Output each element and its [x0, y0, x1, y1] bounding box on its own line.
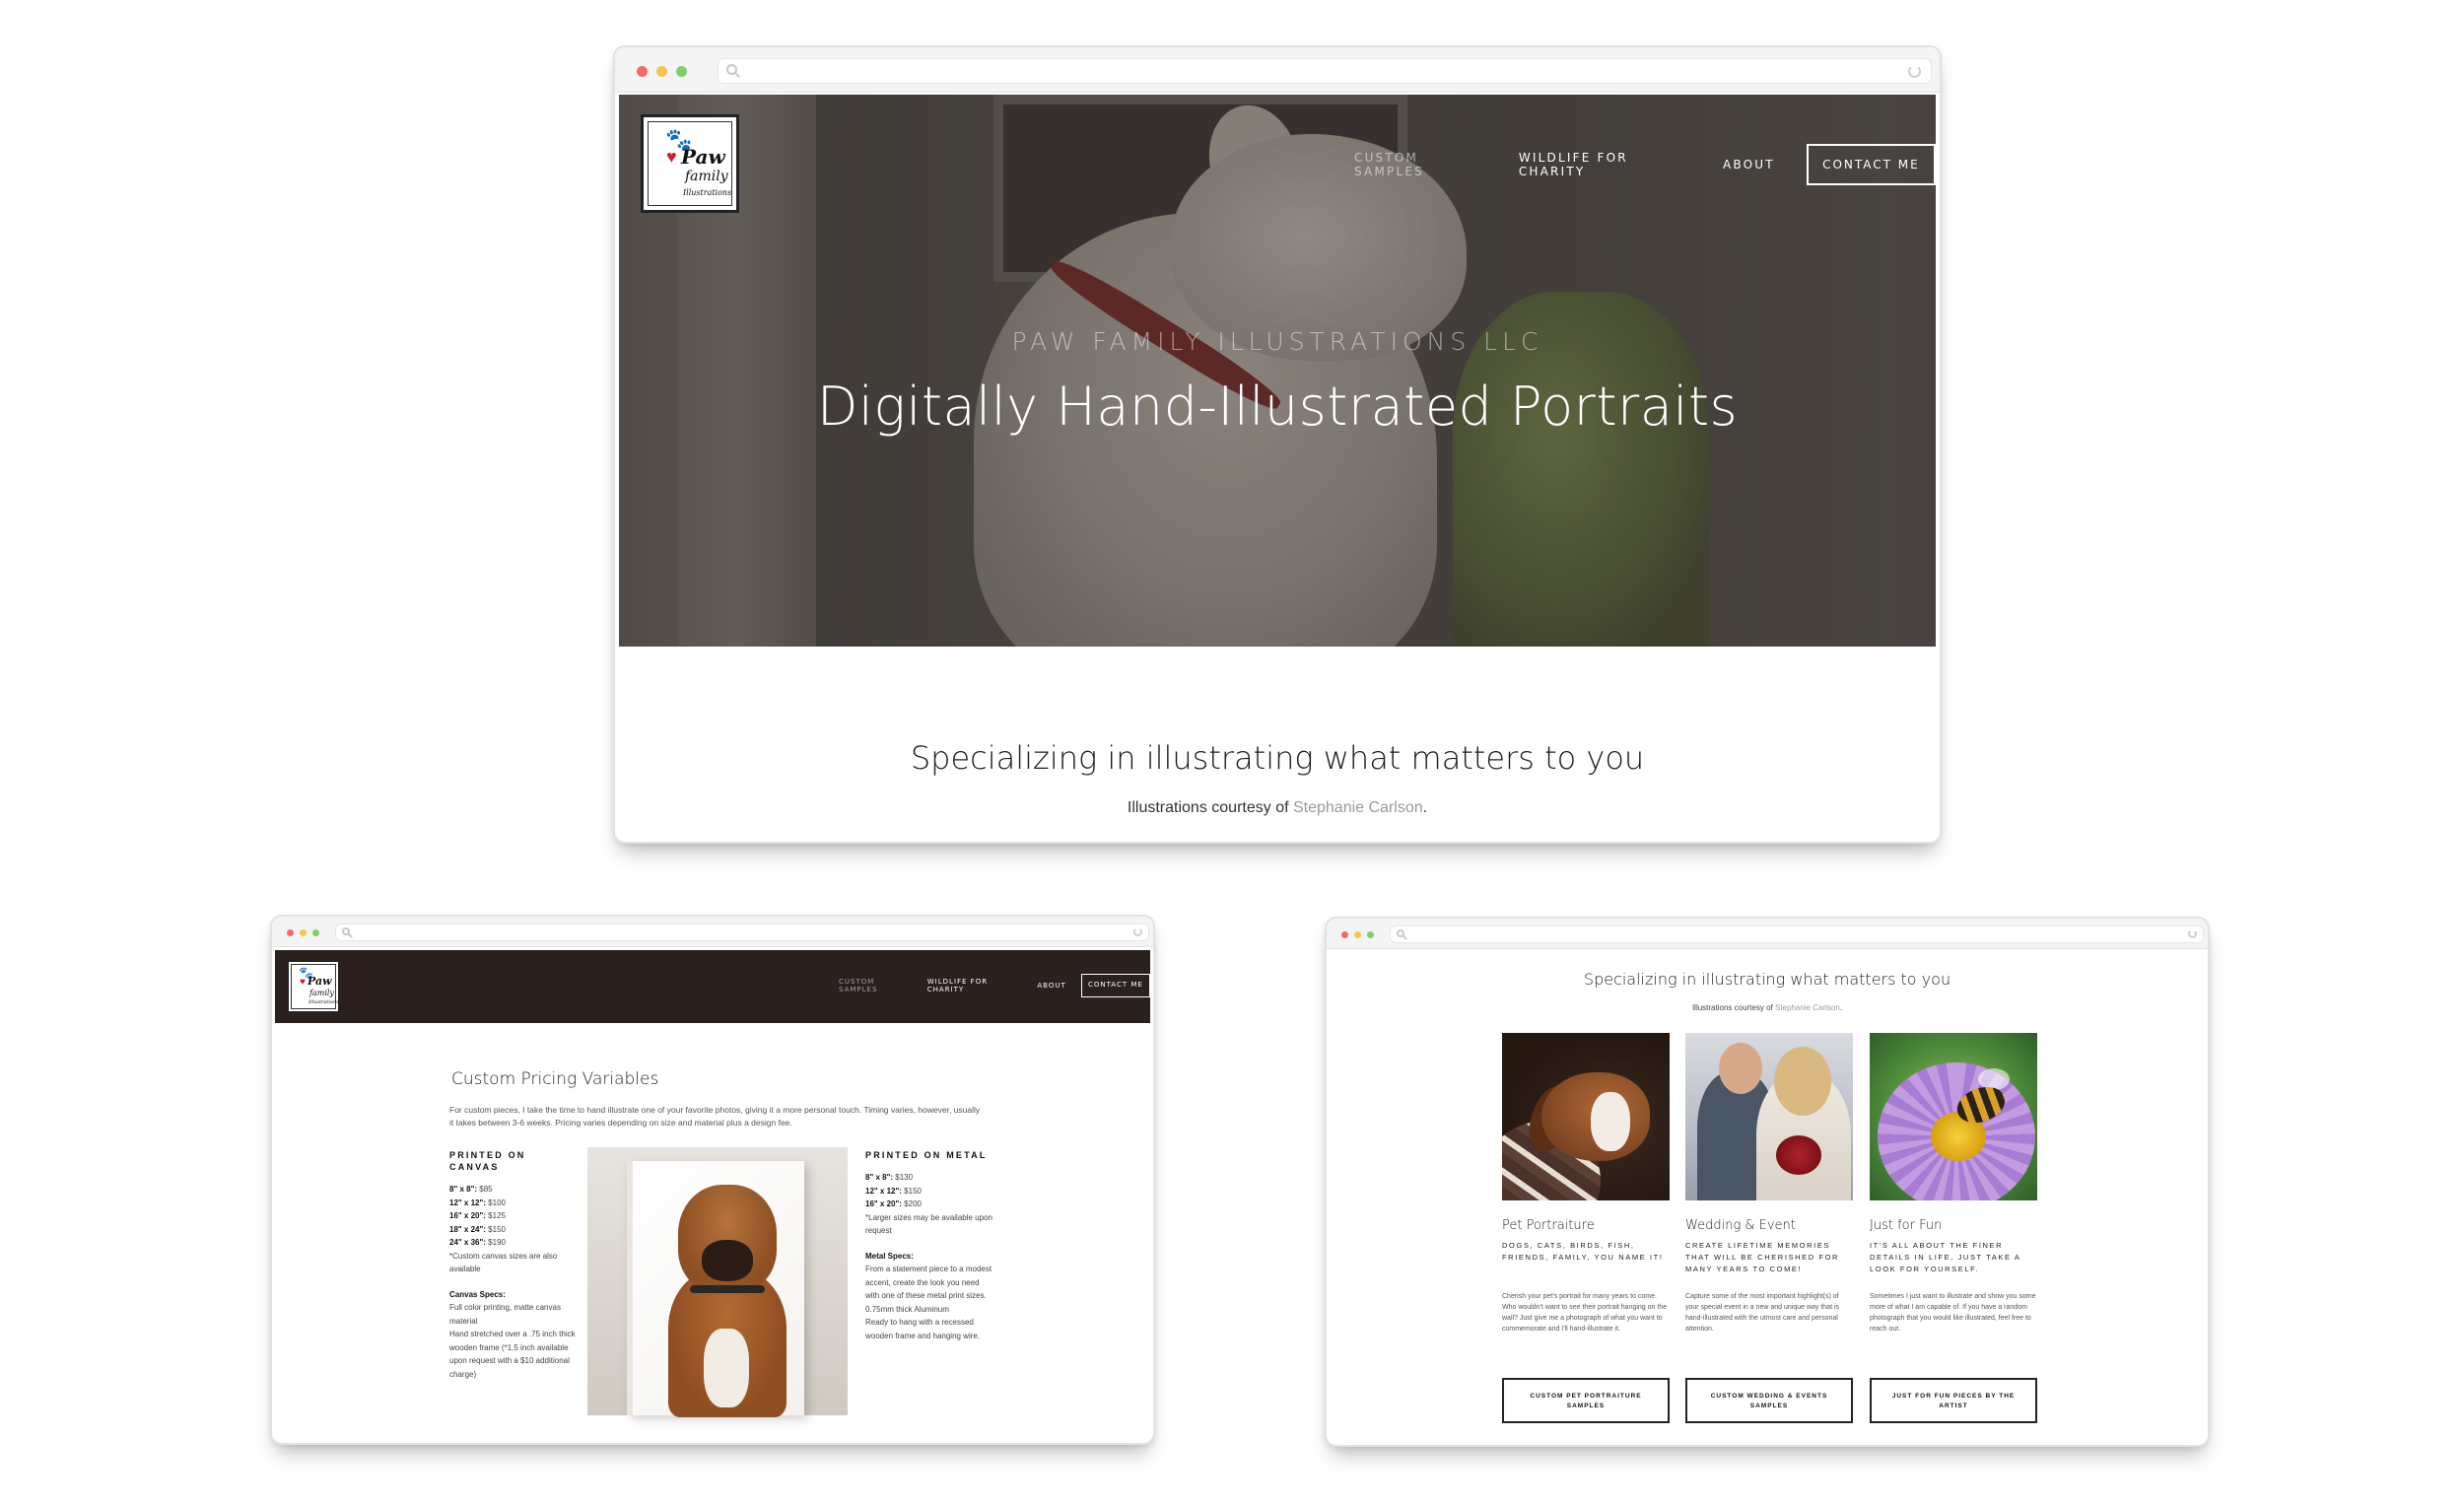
- minimize-dot-icon[interactable]: [300, 929, 307, 936]
- price-note: *Larger sizes may be available upon requ…: [865, 1212, 992, 1236]
- card-title: Just for Fun: [1870, 1218, 1943, 1233]
- bee-flower-image: [1870, 1033, 2037, 1200]
- nav-wildlife-for-charity[interactable]: WILDLIFE FOR CHARITY: [927, 978, 1023, 993]
- logo-text: family: [685, 169, 728, 184]
- browser-toolbar: [272, 917, 1153, 947]
- hero-eyebrow: PAW FAMILY ILLUSTRATIONS LLC: [1011, 327, 1543, 356]
- wedding-events-samples-button[interactable]: CUSTOM WEDDING & EVENTS SAMPLES: [1685, 1378, 1853, 1423]
- metal-heading: PRINTED ON METAL: [865, 1150, 988, 1160]
- main-nav: CUSTOM SAMPLES WILDLIFE FOR CHARITY ABOU…: [839, 974, 1150, 997]
- section-tagline: Specializing in illustrating what matter…: [910, 739, 1645, 777]
- just-for-fun-button[interactable]: JUST FOR FUN PIECES BY THE ARTIST: [1870, 1378, 2037, 1423]
- card-title: Pet Portraiture: [1502, 1218, 1595, 1233]
- search-icon: [342, 927, 350, 935]
- hero-banner: 🐾 ♥ Paw family Illustrations CUSTOM SAMP…: [619, 95, 1936, 647]
- price-note: *Custom canvas sizes are also available: [449, 1251, 558, 1274]
- browser-toolbar: [615, 47, 1940, 93]
- maximize-dot-icon[interactable]: [1367, 931, 1374, 938]
- minimize-dot-icon[interactable]: [656, 66, 667, 77]
- card-subtitle: CREATE LIFETIME MEMORIES THAT WILL BE CH…: [1685, 1241, 1840, 1273]
- spec-line: 0.75mm thick Aluminum: [865, 1304, 949, 1314]
- artist-link[interactable]: Stephanie Carlson: [1775, 1003, 1840, 1012]
- pet-portraiture-samples-button[interactable]: CUSTOM PET PORTRAITURE SAMPLES: [1502, 1378, 1670, 1423]
- contact-me-button[interactable]: CONTACT ME: [1806, 144, 1936, 185]
- heart-icon: ♥: [666, 147, 677, 167]
- metal-pricing-column: PRINTED ON METAL 8" x 8": $130 12" x 12"…: [865, 1149, 993, 1342]
- browser-window-home: 🐾 ♥ Paw family Illustrations CUSTOM SAMP…: [613, 45, 1942, 844]
- logo-text: Illustrations: [683, 188, 732, 197]
- search-icon: [1397, 929, 1404, 937]
- logo-text: Paw: [308, 975, 332, 988]
- address-bar[interactable]: [1390, 925, 2204, 943]
- card-title: Wedding & Event: [1685, 1218, 1796, 1233]
- reload-icon[interactable]: [1908, 65, 1921, 78]
- specs-heading: Metal Specs:: [865, 1251, 914, 1261]
- section-tagline: Specializing in illustrating what matter…: [1583, 970, 1951, 989]
- nav-wildlife-for-charity[interactable]: WILDLIFE FOR CHARITY: [1519, 151, 1691, 178]
- browser-window-samples: Specializing in illustrating what matter…: [1325, 917, 2210, 1447]
- card-body: Capture some of the most important highl…: [1685, 1293, 1840, 1333]
- heart-icon: ♥: [300, 977, 306, 988]
- spec-line: Full color printing, matte canvas materi…: [449, 1303, 561, 1326]
- wedding-image: [1685, 1033, 1853, 1200]
- price-row: 12" x 12": $100: [449, 1198, 506, 1207]
- browser-toolbar: [1327, 919, 2208, 949]
- address-bar[interactable]: [718, 58, 1932, 84]
- close-dot-icon[interactable]: [1341, 931, 1348, 938]
- illustration-credit: Illustrations courtesy of Stephanie Carl…: [1127, 799, 1428, 816]
- price-row: 8" x 8": $85: [449, 1185, 493, 1194]
- artist-link[interactable]: Stephanie Carlson: [1293, 799, 1423, 816]
- card-body: Sometimes I just want to illustrate and …: [1870, 1293, 2036, 1333]
- specs-heading: Canvas Specs:: [449, 1289, 506, 1299]
- price-row: 16" x 20": $200: [865, 1199, 922, 1208]
- card-body: Cherish your pet's portrait for many yea…: [1502, 1293, 1668, 1333]
- maximize-dot-icon[interactable]: [676, 66, 687, 77]
- address-bar[interactable]: [335, 924, 1149, 941]
- spec-line: Hand stretched over a .75 inch thick woo…: [449, 1330, 576, 1379]
- card-subtitle: DOGS, CATS, BIRDS, FISH, FRIENDS, FAMILY…: [1502, 1241, 1664, 1262]
- logo-text: Paw: [681, 145, 725, 169]
- price-row: 18" x 24": $150: [449, 1224, 506, 1234]
- search-icon: [726, 64, 737, 75]
- logo-text: Illustrations: [308, 999, 339, 1005]
- illustration-credit: Illustrations courtesy of Stephanie Carl…: [1691, 1003, 1843, 1012]
- contact-me-button[interactable]: CONTACT ME: [1080, 974, 1150, 997]
- pricing-intro: For custom pieces, I take the time to ha…: [449, 1105, 981, 1128]
- site-header: 🐾 ♥ Paw family Illustrations CUSTOM SAMP…: [275, 950, 1150, 1023]
- pricing-title: Custom Pricing Variables: [451, 1069, 659, 1089]
- logo-text: family: [309, 989, 334, 997]
- card-subtitle: IT'S ALL ABOUT THE FINER DETAILS IN LIFE…: [1870, 1241, 2021, 1273]
- close-dot-icon[interactable]: [637, 66, 648, 77]
- pet-portrait-image: [1502, 1033, 1670, 1200]
- nav-about[interactable]: ABOUT: [1037, 982, 1065, 990]
- maximize-dot-icon[interactable]: [312, 929, 319, 936]
- minimize-dot-icon[interactable]: [1354, 931, 1361, 938]
- spec-line: Ready to hang with a recessed wooden fra…: [865, 1318, 981, 1340]
- price-row: 16" x 20": $125: [449, 1211, 506, 1220]
- hero-title: Digitally Hand-Illustrated Portraits: [816, 376, 1739, 438]
- canvas-pricing-column: PRINTED ON CANVAS 8" x 8": $85 12" x 12"…: [449, 1149, 578, 1381]
- reload-icon[interactable]: [1133, 927, 1142, 936]
- site-logo[interactable]: 🐾 ♥ Paw family Illustrations: [287, 960, 340, 1013]
- close-dot-icon[interactable]: [287, 929, 294, 936]
- boxer-canvas-photo: [587, 1147, 848, 1417]
- price-row: 8" x 8": $130: [865, 1173, 914, 1182]
- site-logo[interactable]: 🐾 ♥ Paw family Illustrations: [641, 114, 739, 213]
- canvas-heading: PRINTED ON CANVAS: [449, 1150, 526, 1172]
- nav-about[interactable]: ABOUT: [1723, 158, 1775, 171]
- price-row: 12" x 12": $150: [865, 1186, 922, 1196]
- price-row: 24" x 36": $190: [449, 1238, 506, 1247]
- nav-custom-samples[interactable]: CUSTOM SAMPLES: [1354, 151, 1487, 178]
- main-nav: CUSTOM SAMPLES WILDLIFE FOR CHARITY ABOU…: [1354, 144, 1936, 185]
- reload-icon[interactable]: [2188, 929, 2197, 938]
- nav-custom-samples[interactable]: CUSTOM SAMPLES: [839, 978, 913, 993]
- spec-line: From a statement piece to a modest accen…: [865, 1265, 992, 1300]
- browser-window-pricing: 🐾 ♥ Paw family Illustrations CUSTOM SAMP…: [270, 915, 1155, 1445]
